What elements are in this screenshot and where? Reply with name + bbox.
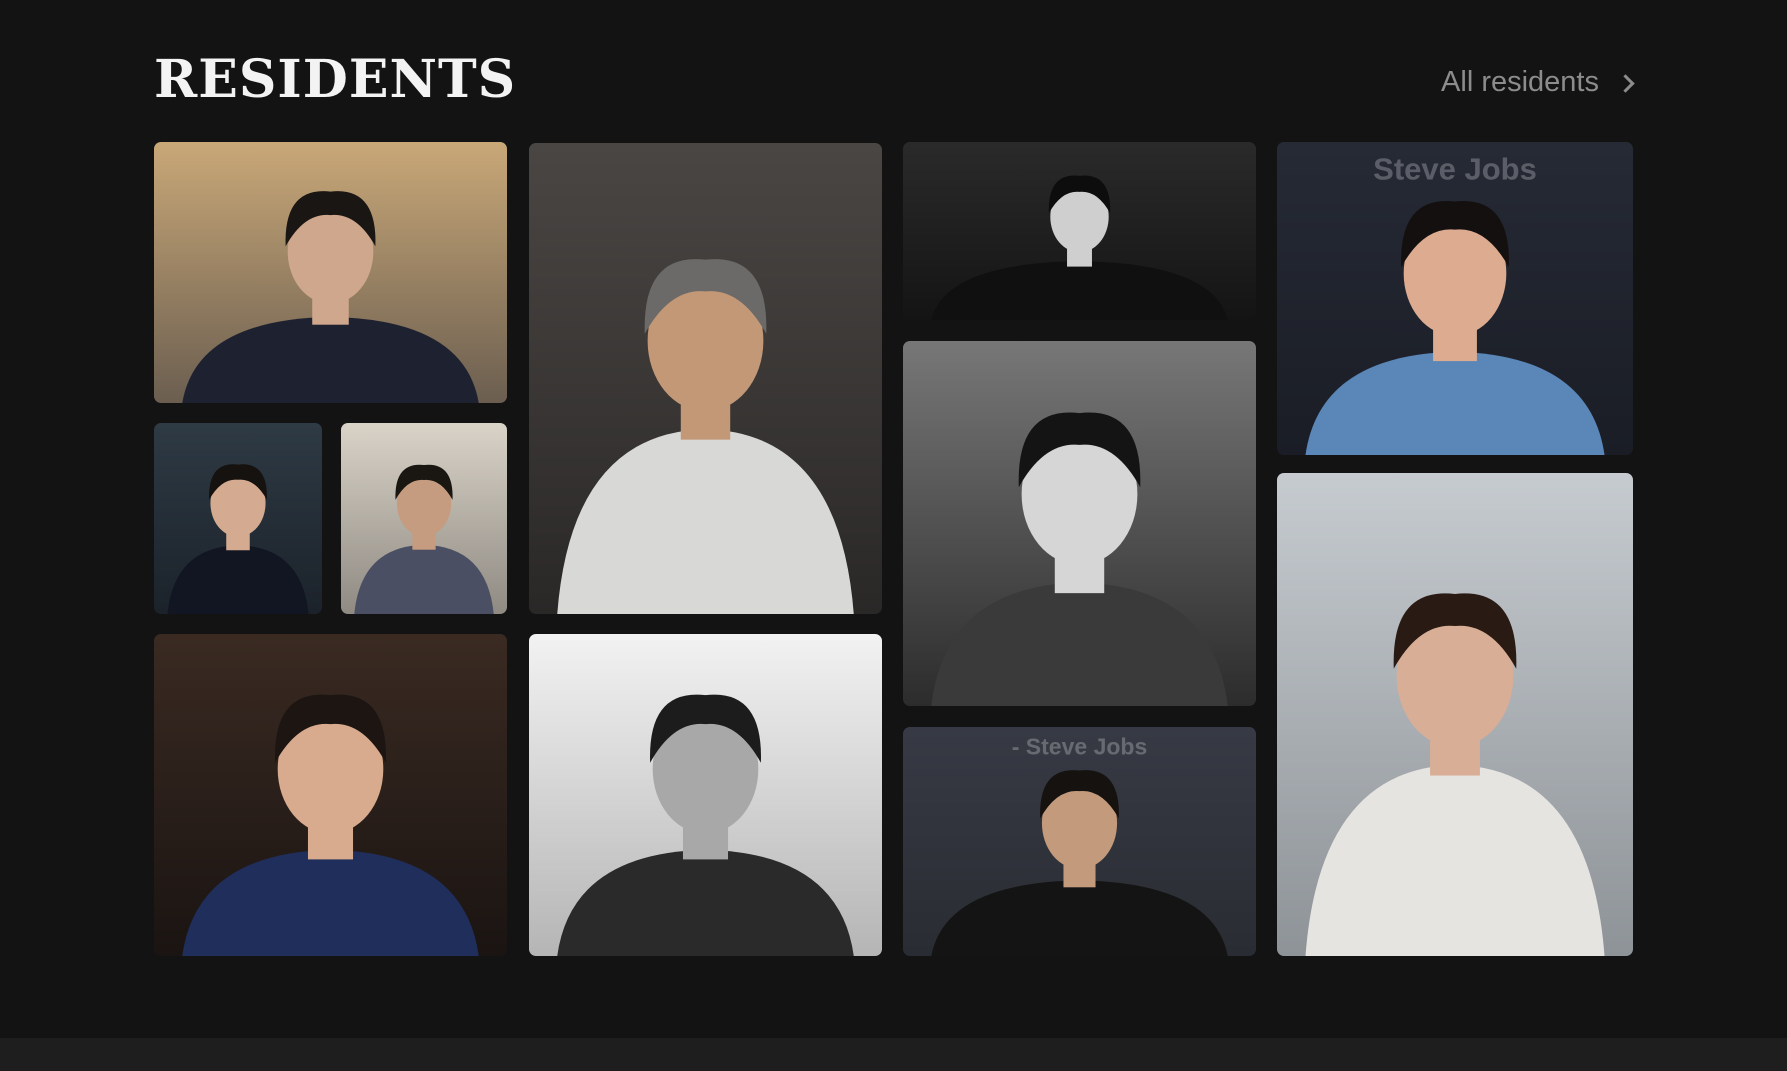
resident-photo-1[interactable] — [154, 142, 507, 403]
resident-photo-10[interactable]: Steve Jobs — [1277, 142, 1633, 455]
resident-photo-11[interactable] — [1277, 473, 1633, 956]
resident-photo-4[interactable] — [529, 143, 882, 614]
resident-photo-5[interactable] — [154, 634, 507, 956]
resident-photo-9[interactable]: - Steve Jobs — [903, 727, 1256, 956]
chevron-right-icon — [1616, 74, 1635, 93]
resident-photo-7[interactable] — [903, 142, 1256, 320]
portrait-image — [903, 341, 1256, 706]
backdrop-text: - Steve Jobs — [1012, 733, 1148, 759]
all-residents-label: All residents — [1441, 66, 1599, 98]
resident-photo-3[interactable] — [341, 423, 507, 614]
resident-photo-6[interactable] — [529, 634, 882, 956]
section-title: RESIDENTS — [154, 49, 517, 110]
portrait-image — [154, 142, 507, 403]
portrait-image: - Steve Jobs — [903, 727, 1256, 956]
footer-strip — [0, 1038, 1787, 1071]
portrait-image: Steve Jobs — [1277, 142, 1633, 455]
all-residents-link[interactable]: All residents — [1441, 66, 1635, 99]
portrait-image — [341, 423, 507, 614]
portrait-image — [154, 423, 322, 614]
portrait-image — [1277, 473, 1633, 956]
backdrop-text: Steve Jobs — [1373, 152, 1537, 187]
resident-photo-2[interactable] — [154, 423, 322, 614]
portrait-image — [529, 634, 882, 956]
residents-page: RESIDENTS All residents - Steve Jobs Ste… — [0, 0, 1787, 1071]
portrait-image — [154, 634, 507, 956]
resident-photo-8[interactable] — [903, 341, 1256, 706]
portrait-image — [903, 142, 1256, 320]
portrait-image — [529, 143, 882, 614]
